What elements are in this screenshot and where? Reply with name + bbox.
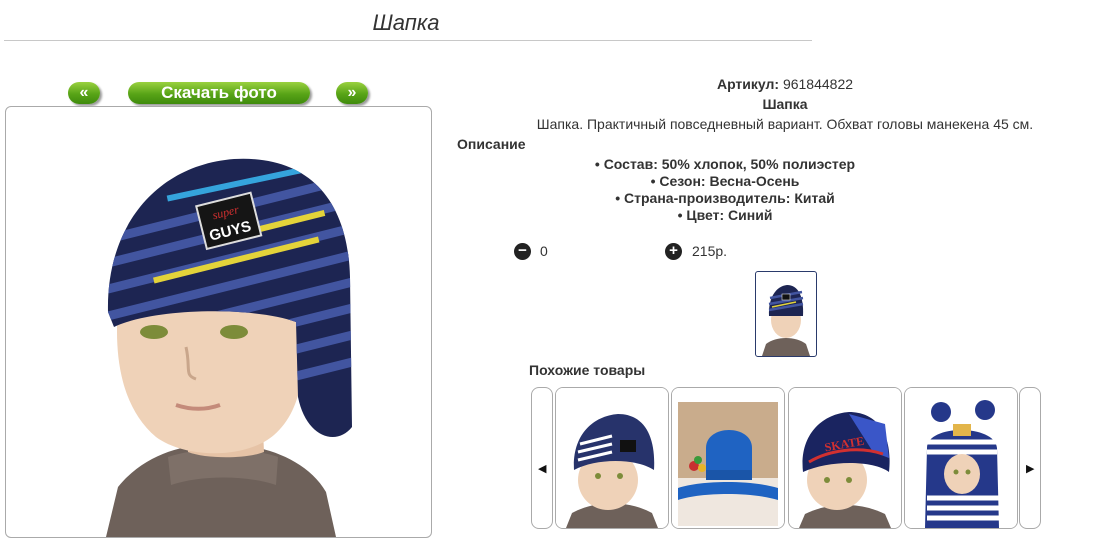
article-value: 961844822 (782, 76, 854, 92)
product-thumbnail[interactable] (755, 271, 817, 357)
skate-helmet-hat-icon: SKATE (789, 388, 901, 528)
product-name: Шапка (762, 96, 808, 112)
carousel-right-arrow-icon: ▶ (1026, 463, 1035, 475)
article-line: Артикул: 961844822 (440, 76, 1102, 92)
feature-item: • Состав: 50% хлопок, 50% полиэстер (594, 156, 856, 172)
feature-item: • Цвет: Синий (677, 207, 773, 223)
beanie-white-stripes-icon (556, 388, 668, 528)
next-photo-button[interactable]: » (336, 82, 368, 104)
carousel-next-button[interactable]: ▶ (1019, 387, 1041, 529)
similar-products-title: Похожие товары (529, 362, 646, 378)
download-photo-button[interactable]: Скачать фото (128, 82, 310, 104)
main-product-photo: super GUYS (5, 106, 432, 538)
similar-product-card[interactable] (904, 387, 1018, 529)
product-description: Шапка. Практичный повседневный вариант. … (536, 116, 1034, 132)
carousel-left-arrow-icon: ◀ (538, 463, 547, 475)
blue-beanie-on-fur-icon (672, 388, 784, 528)
quantity-value: 0 (540, 243, 548, 259)
description-title: Описание (457, 136, 526, 152)
similar-product-card[interactable] (555, 387, 669, 529)
striped-pompom-hood-icon (905, 388, 1017, 528)
increase-quantity-icon[interactable]: + (665, 243, 682, 260)
similar-product-card[interactable] (671, 387, 785, 529)
carousel-prev-button[interactable]: ◀ (531, 387, 553, 529)
feature-item: • Сезон: Весна-Осень (650, 173, 800, 189)
page-title: Шапка (372, 10, 440, 35)
price: 215р. (692, 243, 728, 259)
thumbnail-image (762, 285, 810, 356)
prev-photo-button[interactable]: « (68, 82, 100, 104)
article-label: Артикул: (716, 76, 780, 92)
decrease-quantity-icon[interactable]: − (514, 243, 531, 260)
feature-item: • Страна-производитель: Китай (615, 190, 835, 206)
similar-product-card[interactable]: SKATE (788, 387, 902, 529)
title-divider (4, 40, 812, 41)
hat-on-mannequin-image: super GUYS (106, 158, 352, 537)
